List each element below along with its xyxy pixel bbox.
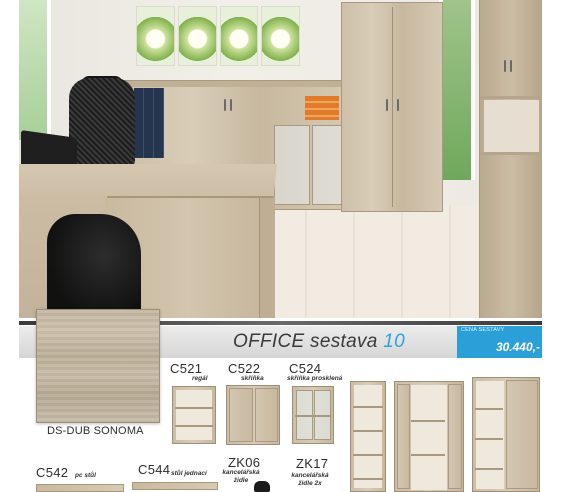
cabinet-door <box>506 380 538 489</box>
product-desc: skříňka <box>241 375 264 382</box>
set-title-text: OFFICE sestava <box>233 331 384 352</box>
product-code: C522 <box>228 361 261 376</box>
handle <box>397 99 399 111</box>
shelf-unit-thumb <box>172 386 216 444</box>
wardrobe-open-thumb <box>394 381 464 492</box>
handle <box>230 99 232 111</box>
wardrobe-shelf-thumb <box>472 377 540 492</box>
glass-door <box>274 125 310 205</box>
window-left <box>19 0 51 140</box>
tall-cabinet <box>341 2 443 212</box>
meeting-table-thumb <box>132 482 218 490</box>
handle <box>510 60 512 72</box>
visitor-chair <box>47 214 141 318</box>
product-desc: regál <box>192 375 208 382</box>
shelf <box>480 96 542 99</box>
open-door <box>448 384 462 489</box>
finish-swatch <box>36 309 160 423</box>
shelf <box>295 415 331 417</box>
books <box>305 96 339 120</box>
shelf-interior <box>176 390 212 440</box>
wood-grain <box>37 310 159 422</box>
painting-panel <box>136 6 175 66</box>
desk-leg <box>259 198 275 318</box>
shelf <box>175 425 213 427</box>
cabinet-door <box>229 388 253 442</box>
chair-thumb <box>254 481 270 492</box>
shelf <box>475 438 503 440</box>
price-caption: CENA SESTAVY <box>461 327 505 333</box>
painting-panel <box>261 6 300 66</box>
glass-cabinet-thumb <box>292 386 334 444</box>
set-title: OFFICE sestava 10 <box>233 331 405 353</box>
shelf <box>411 454 445 456</box>
handle <box>386 99 388 111</box>
shelf <box>475 408 503 410</box>
shelf <box>480 152 542 155</box>
office-chair <box>69 78 135 170</box>
product-code: C521 <box>170 361 203 376</box>
window-right <box>439 0 475 180</box>
shelf <box>353 430 383 432</box>
door-split <box>392 7 393 207</box>
handle <box>224 99 226 111</box>
corner-cabinet <box>479 0 542 318</box>
shelf-interior <box>476 381 504 489</box>
shelf <box>353 478 383 480</box>
cabinet-thumb <box>226 385 280 445</box>
product-desc: kancelářská židle 2x <box>291 472 329 487</box>
handle <box>504 60 506 72</box>
open-door <box>397 384 410 489</box>
set-title-number: 10 <box>383 331 405 352</box>
product-code: ZK06 <box>228 455 261 470</box>
finish-label: DS-DUB SONOMA <box>47 425 144 437</box>
product-desc: stůl jednací <box>171 470 207 477</box>
shelf <box>475 468 503 470</box>
shelf <box>175 407 213 409</box>
product-code: ZK17 <box>296 456 329 471</box>
product-code: C542 <box>36 465 69 480</box>
sideboard-top <box>124 81 352 87</box>
pc-desk-thumb <box>36 484 124 492</box>
wall-painting <box>136 6 300 66</box>
painting-panel <box>177 6 217 66</box>
shelf <box>353 454 383 456</box>
open-shelf <box>484 100 539 152</box>
painting-panel <box>219 6 259 66</box>
desk-top <box>19 164 278 198</box>
binders <box>134 88 164 158</box>
product-code: C544 <box>138 462 171 477</box>
shelf-interior <box>354 385 382 488</box>
product-desc: pc stůl <box>75 472 96 479</box>
product-desc: kancelářská židle <box>222 469 260 484</box>
shelf <box>353 406 383 408</box>
price-value: 30.440,- <box>495 340 540 354</box>
corner-shelf-thumb <box>350 381 386 492</box>
hero-office-photo <box>19 0 542 318</box>
wardrobe-interior <box>411 385 447 490</box>
product-desc: skříňka prosklená <box>287 375 343 382</box>
product-code: C524 <box>289 361 322 376</box>
shelf <box>411 420 445 422</box>
cabinet-door <box>255 388 278 442</box>
